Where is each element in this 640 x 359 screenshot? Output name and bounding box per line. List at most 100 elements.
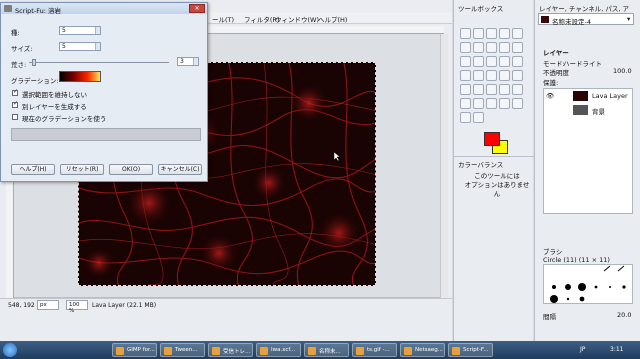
dialog-title: Script-Fu: 溶岩 <box>15 7 61 15</box>
seed-spinner[interactable]: 5 <box>59 26 101 35</box>
layers-dock: レイヤー, チャンネル, パス, アン... 名称未設定-4 ▾ レイヤー モー… <box>534 0 640 341</box>
menu-help[interactable]: ヘルプ(H) <box>318 14 347 24</box>
taskbar-item[interactable]: Iwa.xcf... <box>256 343 301 357</box>
flip-icon[interactable] <box>499 70 510 81</box>
vertical-scrollbar[interactable] <box>440 34 448 298</box>
taskbar-item[interactable]: Tween... <box>160 343 205 357</box>
rect-select-icon[interactable] <box>460 28 471 39</box>
use-current-gradient-label: 現在のグラデーションを使う <box>22 115 107 123</box>
lock-label: 保護: <box>543 79 559 87</box>
image-thumbnail <box>541 16 549 23</box>
eraser-icon[interactable] <box>460 98 471 109</box>
taskbar-item[interactable]: 受信トレ... <box>208 343 253 357</box>
perspective-icon[interactable] <box>486 70 497 81</box>
zoom-icon[interactable] <box>512 42 523 53</box>
progress-bar <box>11 128 201 141</box>
keep-selection-label: 選択範囲を維持しない <box>22 91 87 99</box>
menu-windows[interactable]: ウィンドウ(W) <box>275 14 319 24</box>
color-select-icon[interactable] <box>512 28 523 39</box>
ink-icon[interactable] <box>486 98 497 109</box>
layer-list: 👁 Lava Layer 背景 <box>543 88 633 214</box>
status-bar: 548, 192 px 100 % Lava Layer (22.1 MB) <box>0 298 452 314</box>
paintbrush-icon[interactable] <box>512 84 523 95</box>
clock[interactable]: 3:11 <box>610 346 623 353</box>
image-select[interactable]: 名称未設定-4 ▾ <box>538 13 634 26</box>
dialog-titlebar[interactable]: Script-Fu: 溶岩 <box>1 3 207 15</box>
spinner-arrows-icon[interactable] <box>95 27 100 34</box>
roughness-slider-track[interactable] <box>29 62 169 63</box>
taskbar-item[interactable]: Script-F... <box>448 343 493 357</box>
spacing-value[interactable]: 20.0 <box>617 311 631 319</box>
unit-select[interactable]: px <box>37 300 59 310</box>
rotate-icon[interactable] <box>512 56 523 67</box>
layer-row[interactable]: 背景 <box>544 103 632 117</box>
tool-options-title: カラーバランス <box>458 161 504 169</box>
roughness-label: 荒さ: <box>11 61 27 69</box>
shear-icon[interactable] <box>473 70 484 81</box>
divider <box>454 156 534 157</box>
layer-name: 背景 <box>592 108 605 116</box>
measure-icon[interactable] <box>460 56 471 67</box>
dodge-burn-icon[interactable] <box>473 112 484 123</box>
seed-label: 種: <box>11 29 20 37</box>
taskbar-item[interactable]: 名称未... <box>304 343 349 357</box>
visibility-eye-icon[interactable]: 👁 <box>546 92 554 100</box>
help-button[interactable]: ヘルプ(H) <box>11 164 55 175</box>
pencil-icon[interactable] <box>499 84 510 95</box>
gradient-picker-button[interactable] <box>59 71 101 82</box>
cancel-button[interactable]: キャンセル(C) <box>158 164 202 175</box>
start-button[interactable] <box>3 343 17 357</box>
status-layer-info: Lava Layer (22.1 MB) <box>92 302 157 309</box>
move-icon[interactable] <box>473 56 484 67</box>
mouse-cursor-icon <box>334 152 341 162</box>
clone-icon[interactable] <box>499 98 510 109</box>
taskbar-item[interactable]: ts.gif -... <box>352 343 397 357</box>
text-icon[interactable] <box>460 84 471 95</box>
spacing-label: 間隔 <box>543 313 556 321</box>
bucket-fill-icon[interactable] <box>473 84 484 95</box>
tab-layers[interactable]: レイヤー <box>543 47 569 57</box>
opacity-value[interactable]: 100.0 <box>613 67 632 75</box>
ellipse-select-icon[interactable] <box>473 28 484 39</box>
language-indicator[interactable]: JP <box>580 346 585 353</box>
layer-row[interactable]: 👁 Lava Layer <box>544 89 632 103</box>
color-picker-icon[interactable] <box>499 42 510 53</box>
roughness-value: 3 <box>180 58 184 65</box>
blend-icon[interactable] <box>486 84 497 95</box>
paths-icon[interactable] <box>486 42 497 53</box>
script-fu-lava-dialog: Script-Fu: 溶岩 ✕ 種: 5 サイズ: 5 荒さ: 3 グラデーショ… <box>0 2 208 182</box>
brush-shapes <box>550 265 626 303</box>
reset-button[interactable]: リセット(R) <box>60 164 104 175</box>
roughness-slider-handle[interactable] <box>32 59 36 66</box>
use-current-gradient-checkbox[interactable] <box>12 114 18 120</box>
dialog-close-button[interactable]: ✕ <box>189 4 205 13</box>
airbrush-icon[interactable] <box>473 98 484 109</box>
brushes-title: ブラシ <box>543 248 563 256</box>
crop-icon[interactable] <box>499 56 510 67</box>
size-spinner[interactable]: 5 <box>59 42 101 51</box>
tool-options-hint: このツールには オプションはありません <box>464 172 530 198</box>
smudge-icon[interactable] <box>460 112 471 123</box>
ok-button[interactable]: OK(O) <box>109 164 153 175</box>
keep-selection-checkbox[interactable] <box>12 88 18 96</box>
menu-tools[interactable]: ール(T) <box>212 14 234 24</box>
cage-icon[interactable] <box>512 70 523 81</box>
separate-layer-checkbox[interactable] <box>12 100 18 108</box>
heal-icon[interactable] <box>512 98 523 109</box>
taskbar-item[interactable]: Netsaeg... <box>400 343 445 357</box>
foreground-select-icon[interactable] <box>473 42 484 53</box>
scissors-icon[interactable] <box>460 42 471 53</box>
fuzzy-select-icon[interactable] <box>499 28 510 39</box>
roughness-spinner[interactable]: 3 <box>177 57 199 66</box>
scale-icon[interactable] <box>460 70 471 81</box>
spinner-arrows-icon[interactable] <box>95 43 100 50</box>
size-label: サイズ: <box>11 45 33 53</box>
layer-name: Lava Layer <box>592 92 628 100</box>
gradient-label: グラデーション: <box>11 77 59 85</box>
free-select-icon[interactable] <box>486 28 497 39</box>
taskbar-item[interactable]: GIMP for... <box>112 343 157 357</box>
zoom-select[interactable]: 100 % <box>66 300 88 314</box>
align-icon[interactable] <box>486 56 497 67</box>
brush-grid[interactable] <box>543 264 633 304</box>
spinner-arrows-icon[interactable] <box>193 58 198 65</box>
